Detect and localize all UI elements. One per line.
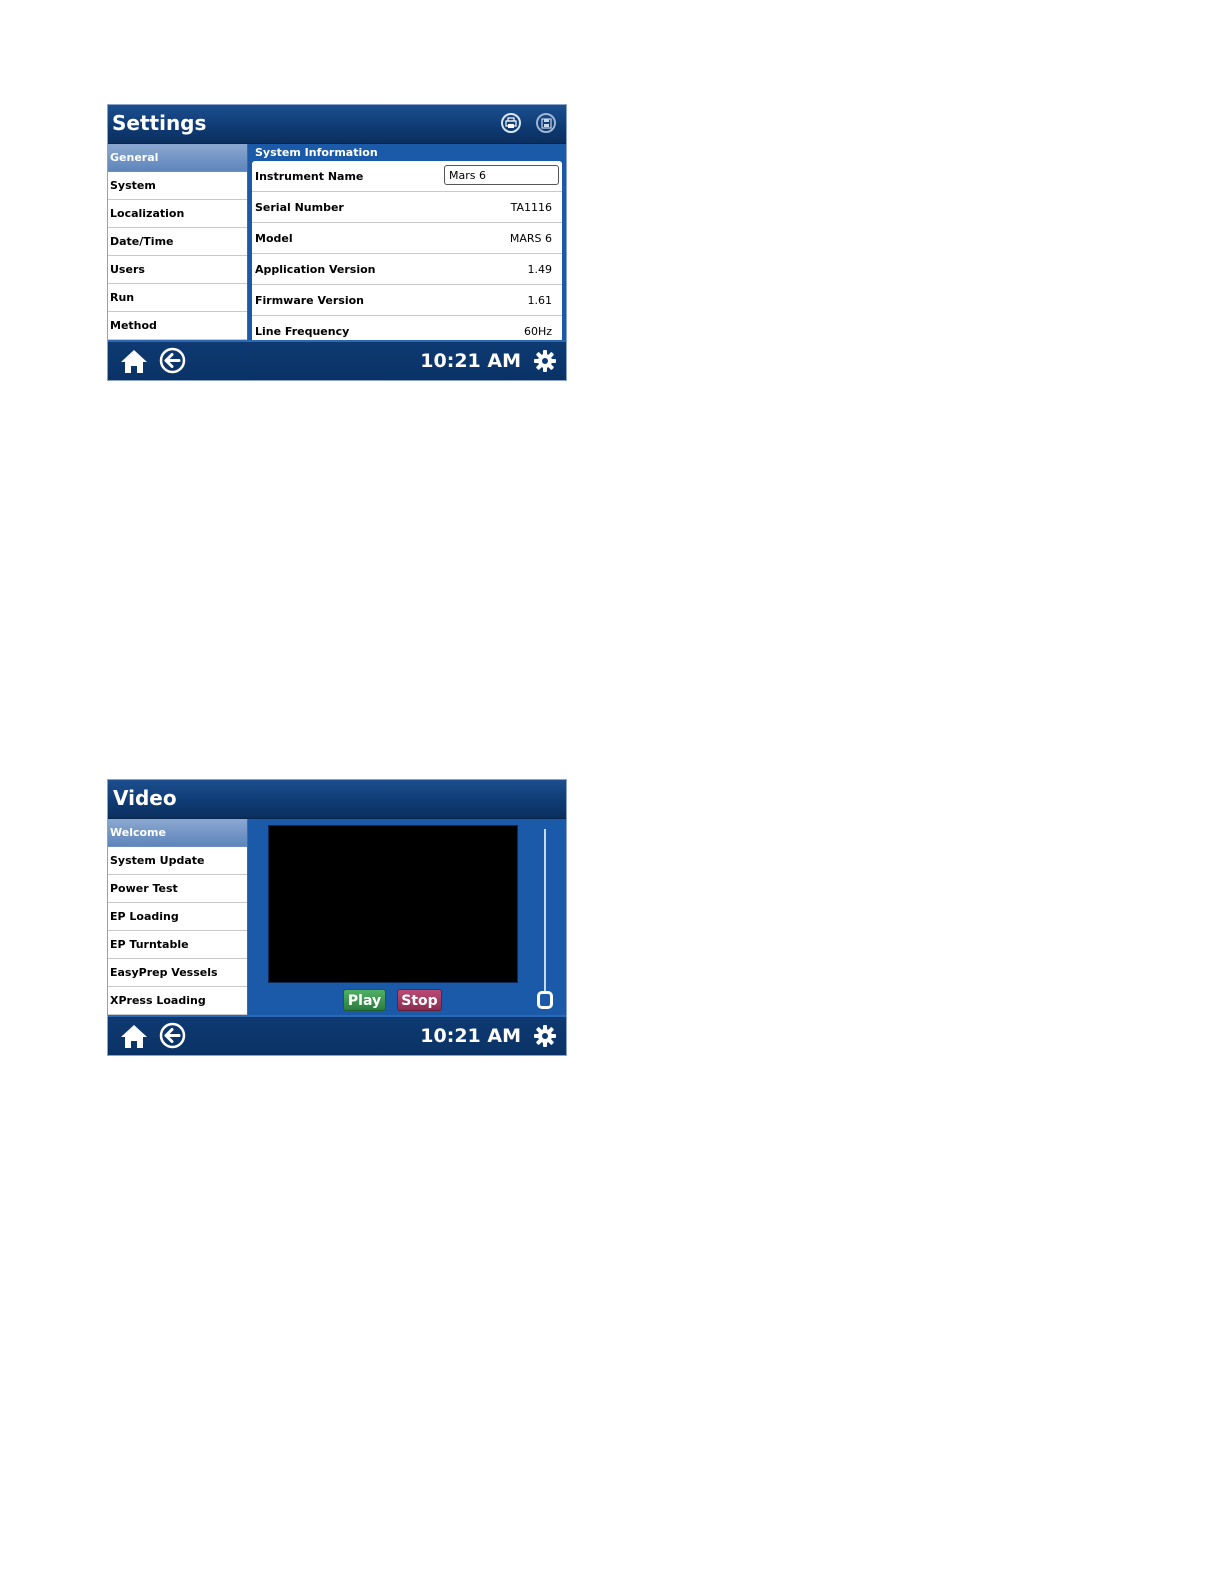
sidebar-item-system-update[interactable]: System Update [108,847,247,875]
sidebar-item-date-time[interactable]: Date/Time [108,228,247,256]
clock: 10:21 AM [420,1025,521,1047]
info-row-firmware-version: Firmware Version 1.61 [252,285,562,316]
section-title: System Information [255,146,378,159]
info-row-line-frequency: Line Frequency 60Hz [252,316,562,343]
sidebar-item-localization[interactable]: Localization [108,200,247,228]
info-value: MARS 6 [509,232,552,245]
clock: 10:21 AM [420,350,521,372]
sidebar-item-system[interactable]: System [108,172,247,200]
page-title: Settings [112,111,207,135]
sidebar-item-users[interactable]: Users [108,256,247,284]
info-row-application-version: Application Version 1.49 [252,254,562,285]
system-info-panel: Instrument Name Serial Number TA1116 Mod… [252,161,562,343]
play-button[interactable]: Play [343,989,386,1011]
back-arrow-icon[interactable] [159,1022,186,1049]
video-main-panel: Play Stop [248,819,566,1018]
gear-icon[interactable] [533,1024,557,1048]
info-label: Firmware Version [255,294,364,307]
footer-bar: 10:21 AM [108,1015,566,1055]
home-icon[interactable] [120,348,148,374]
info-value: 1.61 [527,294,553,307]
info-label: Line Frequency [255,325,350,338]
info-label: Application Version [255,263,376,276]
info-value: TA1116 [510,201,552,214]
sidebar-item-ep-loading[interactable]: EP Loading [108,903,247,931]
sidebar-item-ep-turntable[interactable]: EP Turntable [108,931,247,959]
gear-icon[interactable] [533,349,557,373]
settings-screen: Settings General System Localization Dat… [107,104,567,381]
video-screen: Video Welcome System Update Power Test E… [107,779,567,1056]
stop-button[interactable]: Stop [397,989,442,1011]
info-value: 1.49 [527,263,553,276]
info-value: 60Hz [523,325,552,338]
sidebar-item-xpress-loading[interactable]: XPress Loading [108,987,247,1015]
title-bar: Settings [108,105,566,144]
title-bar: Video [108,780,566,819]
page-title: Video [113,786,177,810]
info-label: Model [255,232,293,245]
home-icon[interactable] [120,1023,148,1049]
video-sidebar: Welcome System Update Power Test EP Load… [108,819,248,1018]
sidebar-item-run[interactable]: Run [108,284,247,312]
save-icon[interactable] [536,113,556,133]
instrument-name-input[interactable] [444,165,559,185]
sidebar-item-method[interactable]: Method [108,312,247,340]
volume-slider-thumb[interactable] [537,991,553,1009]
info-row-serial-number: Serial Number TA1116 [252,192,562,223]
sidebar-item-easyprep-vessels[interactable]: EasyPrep Vessels [108,959,247,987]
footer-bar: 10:21 AM [108,340,566,380]
sidebar-item-welcome[interactable]: Welcome [108,819,247,847]
video-player[interactable] [268,825,518,983]
sidebar-item-general[interactable]: General [108,144,247,172]
print-icon[interactable] [501,113,521,133]
settings-sidebar: General System Localization Date/Time Us… [108,144,248,343]
info-row-instrument-name: Instrument Name [252,161,562,192]
info-label: Instrument Name [255,170,364,183]
info-row-model: Model MARS 6 [252,223,562,254]
settings-main-panel: System Information Instrument Name Seria… [248,144,566,343]
sidebar-item-power-test[interactable]: Power Test [108,875,247,903]
info-label: Serial Number [255,201,344,214]
back-arrow-icon[interactable] [159,347,186,374]
volume-slider-track[interactable] [544,829,546,994]
